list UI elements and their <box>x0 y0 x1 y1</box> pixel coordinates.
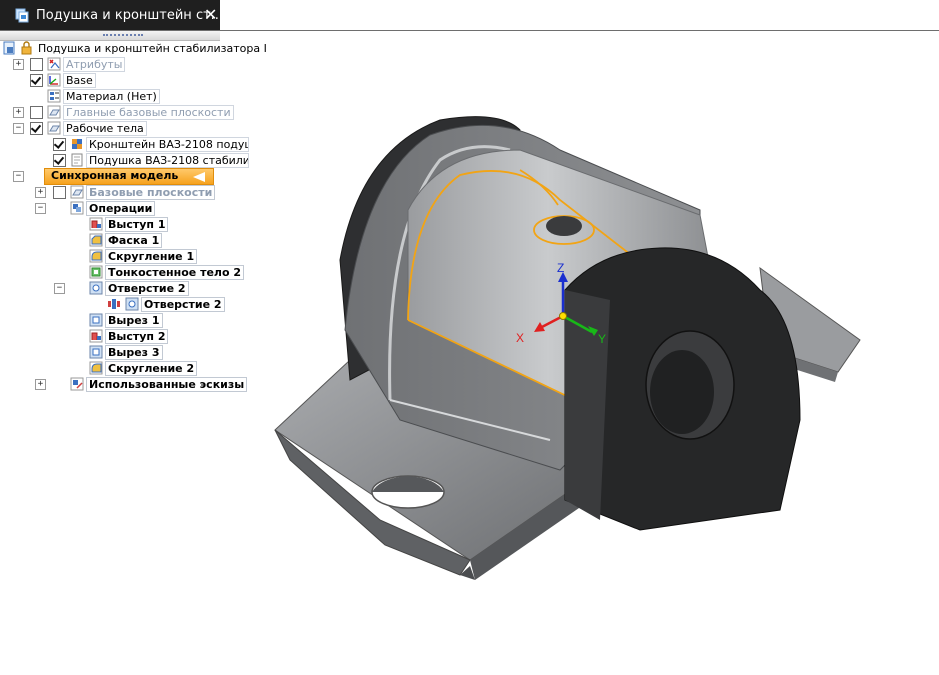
plane-icon <box>70 185 85 199</box>
tree-node-used-sketches[interactable]: + Использованные эскизы <box>0 377 248 392</box>
tree-body-1-label: Кронштейн ВАЗ-2108 подушки <box>86 137 249 152</box>
cutout-icon <box>89 313 104 327</box>
hole-icon <box>125 297 140 311</box>
document-tab[interactable]: Подушка и кронштейн ст... ✕ <box>0 0 224 31</box>
tree-node-feature[interactable]: Фаска 1 <box>0 233 180 248</box>
sketches-icon <box>70 377 85 391</box>
collapse-icon[interactable]: − <box>54 283 65 294</box>
feature-label: Скругление 2 <box>105 361 198 376</box>
visibility-checkbox[interactable] <box>53 138 66 151</box>
tree-material-label: Материал (Нет) <box>63 89 160 104</box>
tree-base-planes-label: Базовые плоскости <box>86 185 216 200</box>
3d-viewport[interactable]: Z X Y <box>248 31 939 671</box>
expand-icon[interactable]: + <box>35 187 46 198</box>
collapse-icon[interactable]: − <box>35 203 46 214</box>
tree-used-sketches-label: Использованные эскизы <box>86 377 248 392</box>
visibility-checkbox[interactable] <box>53 154 66 167</box>
tree-node-sync-model[interactable]: Синхронная модель <box>44 168 214 185</box>
protrusion-icon <box>89 329 104 343</box>
tree-node-feature[interactable]: Скругление 1 <box>0 249 198 264</box>
body-feature-icon <box>70 137 85 151</box>
axis-x-label: X <box>516 331 524 345</box>
feature-label: Выступ 2 <box>105 329 169 344</box>
tree-node-operations[interactable]: − Операции <box>0 201 160 216</box>
tree-node-base-planes[interactable]: + Базовые плоскости <box>0 185 220 200</box>
pathfinder-splitter[interactable] <box>0 31 220 41</box>
tree-node-feature[interactable]: Тонкостенное тело 2 <box>0 265 245 280</box>
collapse-icon[interactable]: − <box>13 171 24 182</box>
tree-operations-label: Операции <box>86 201 156 216</box>
surface-body-icon <box>70 153 85 167</box>
feature-label: Отверстие 2 <box>141 297 225 312</box>
plane-icon <box>47 105 62 119</box>
splitter-grip-icon[interactable] <box>103 34 143 39</box>
tree-node-feature[interactable]: − Отверстие 2 <box>0 281 200 296</box>
lock-icon <box>19 41 34 55</box>
collapse-icon[interactable]: − <box>13 123 24 134</box>
tree-node-attributes[interactable]: + Атрибуты <box>0 57 160 72</box>
tree-bodies-label: Рабочие тела <box>63 121 147 136</box>
tree-node-feature[interactable]: Вырез 1 <box>0 313 180 328</box>
features-folder-icon <box>70 201 85 215</box>
chamfer-icon <box>89 233 104 247</box>
visibility-checkbox[interactable] <box>30 122 43 135</box>
feature-label: Скругление 1 <box>105 249 198 264</box>
tree-node-feature[interactable]: Выступ 2 <box>0 329 180 344</box>
attributes-icon <box>47 57 62 71</box>
tree-node-feature[interactable]: Вырез 3 <box>0 345 180 360</box>
round-icon <box>89 249 104 263</box>
axis-y-label: Y <box>598 332 606 346</box>
document-tab-title: Подушка и кронштейн ст... <box>36 8 224 23</box>
material-icon <box>47 89 62 103</box>
part-document-icon <box>3 41 18 55</box>
tree-body-2-label: Подушка ВАЗ-2108 стабилизат <box>86 153 249 168</box>
feature-label: Тонкостенное тело 2 <box>105 265 245 280</box>
expand-icon[interactable]: + <box>13 107 24 118</box>
tree-node-feature[interactable]: Скругление 2 <box>0 361 198 376</box>
visibility-checkbox[interactable] <box>30 106 43 119</box>
expand-icon[interactable]: + <box>35 379 46 390</box>
axis-z-label: Z <box>557 261 564 275</box>
sync-pointer-icon <box>193 172 205 182</box>
tree-node-base[interactable]: Base <box>0 73 120 88</box>
cutout-icon <box>89 345 104 359</box>
model-render: Z X Y <box>274 116 861 580</box>
body-icon <box>47 121 62 135</box>
tree-node-feature[interactable]: Выступ 1 <box>0 217 180 232</box>
thin-wall-icon <box>89 265 104 279</box>
assembly-document-icon <box>14 7 30 23</box>
tree-attributes-label: Атрибуты <box>63 57 126 72</box>
tree-main-planes-label: Главные базовые плоскости <box>63 105 234 120</box>
tree-node-main-planes[interactable]: + Главные базовые плоскости <box>0 105 234 120</box>
pathfinder-tree: Подушка и кронштейн стабилизатора I + Ат… <box>0 41 270 401</box>
tree-node-body-1[interactable]: Кронштейн ВАЗ-2108 подушки <box>0 137 249 152</box>
tree-sync-model-label: Синхронная модель <box>51 169 179 182</box>
feature-label: Вырез 3 <box>105 345 163 360</box>
visibility-checkbox[interactable] <box>53 186 66 199</box>
tree-node-body-2[interactable]: Подушка ВАЗ-2108 стабилизат <box>0 153 249 168</box>
visibility-checkbox[interactable] <box>30 58 43 71</box>
feature-label: Фаска 1 <box>105 233 163 248</box>
protrusion-icon <box>89 217 104 231</box>
document-tab-bar: Подушка и кронштейн ст... ✕ <box>0 0 939 31</box>
tree-node-feature-child[interactable]: Отверстие 2 <box>0 297 225 312</box>
round-icon <box>89 361 104 375</box>
close-icon[interactable]: ✕ <box>204 5 217 24</box>
coordinate-system-icon <box>47 73 62 87</box>
top-hole <box>546 216 582 236</box>
tree-node-bodies[interactable]: − Рабочие тела <box>0 121 160 136</box>
feature-label: Выступ 1 <box>105 217 169 232</box>
tree-node-material[interactable]: Материал (Нет) <box>0 89 160 104</box>
hole-pattern-icon <box>107 297 122 311</box>
tree-base-label: Base <box>63 73 96 88</box>
visibility-checkbox[interactable] <box>30 74 43 87</box>
feature-label: Отверстие 2 <box>105 281 189 296</box>
tree-node-root[interactable]: Подушка и кронштейн стабилизатора I <box>0 41 270 56</box>
tree-root-label: Подушка и кронштейн стабилизатора I <box>35 41 270 56</box>
expand-icon[interactable]: + <box>13 59 24 70</box>
feature-label: Вырез 1 <box>105 313 163 328</box>
hole-icon <box>89 281 104 295</box>
